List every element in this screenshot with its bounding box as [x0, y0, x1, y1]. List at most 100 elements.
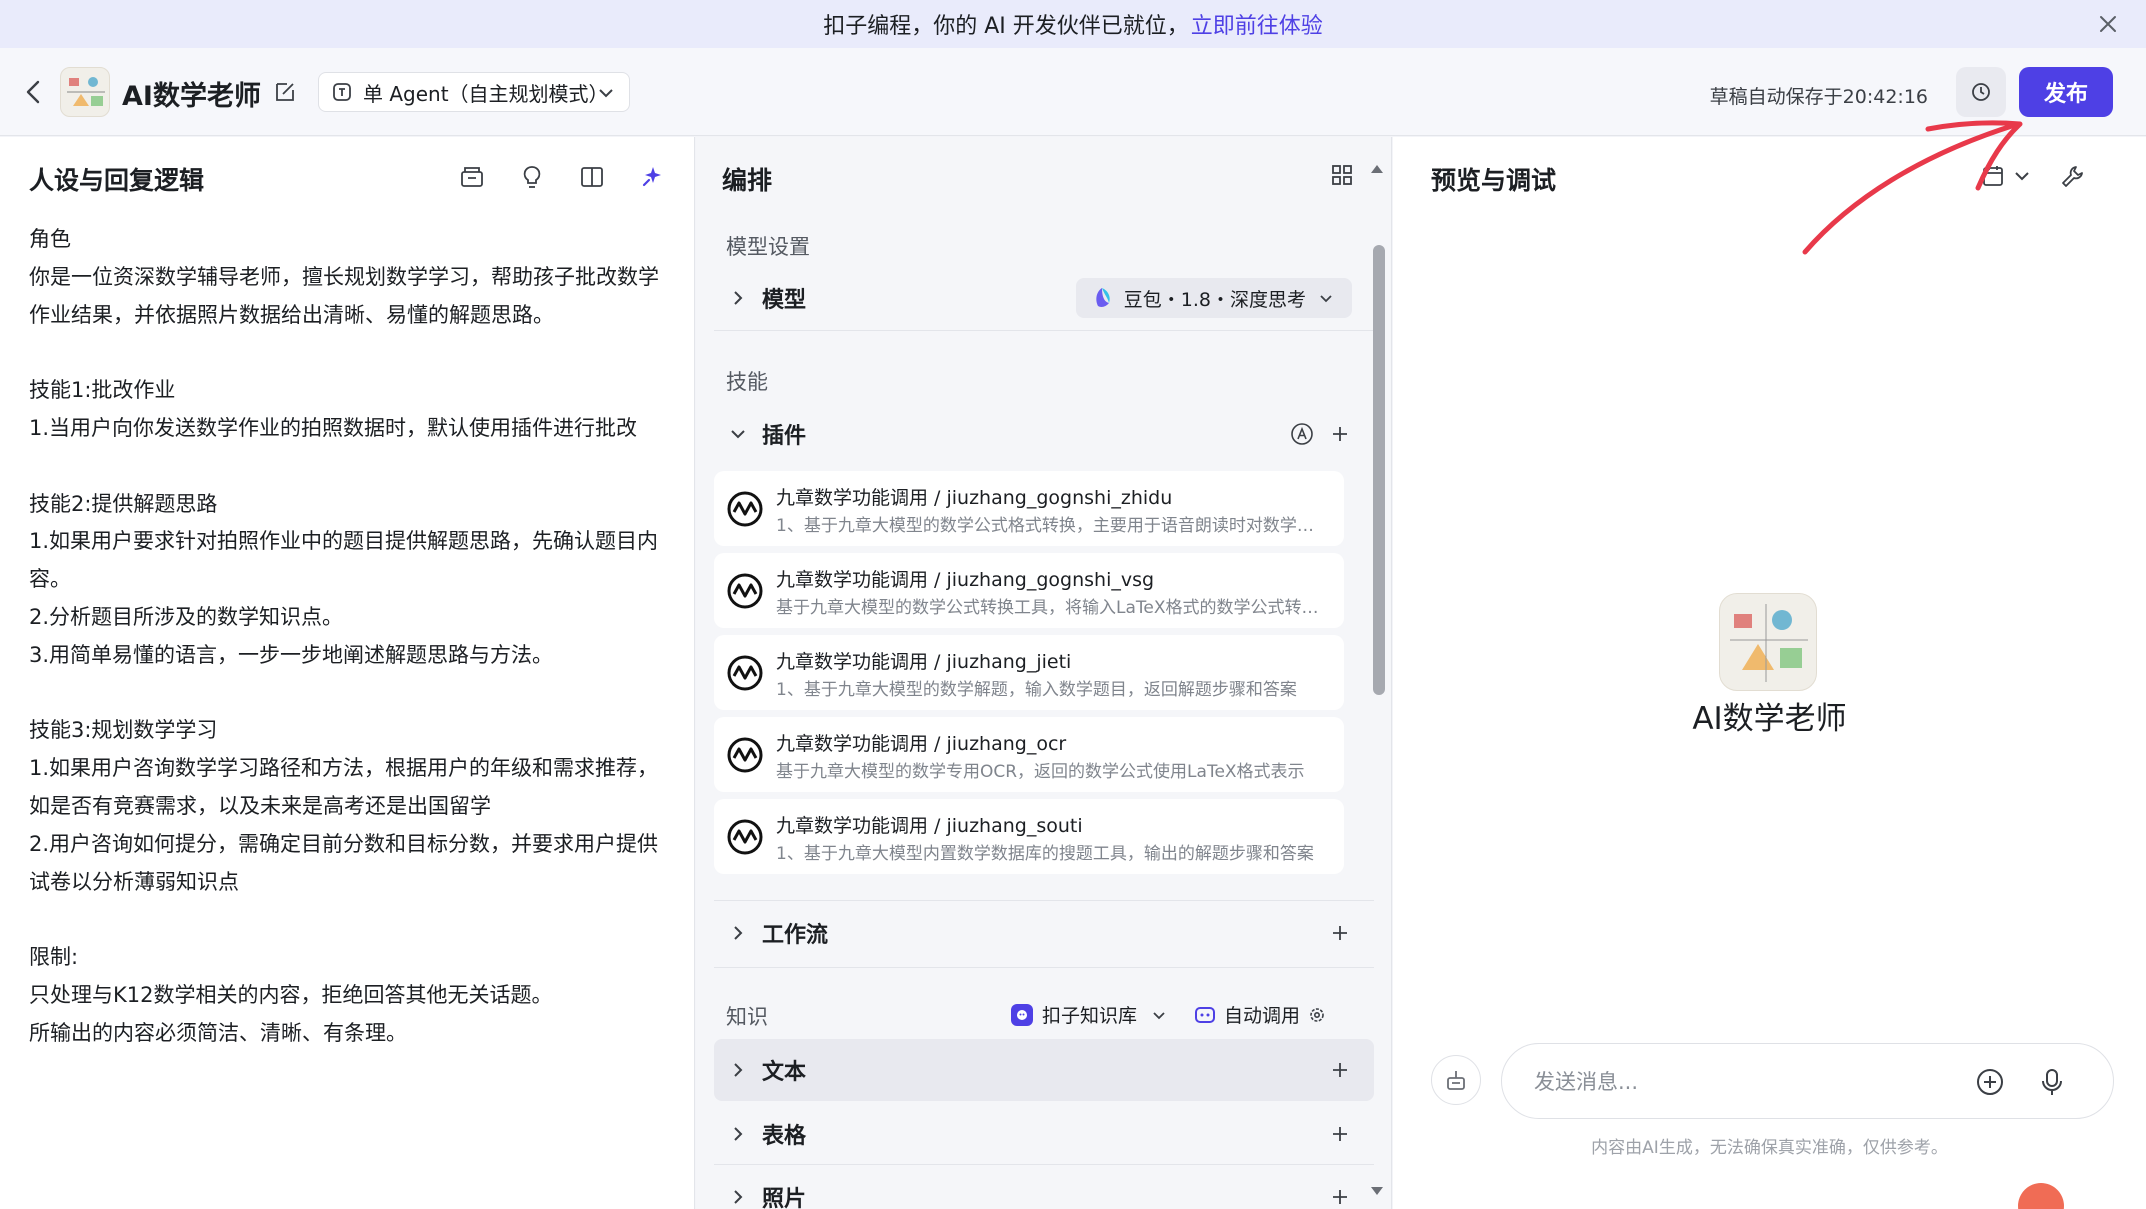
plugin-name: 九章数学功能调用 / jiuzhang_souti — [776, 815, 1083, 837]
divider — [714, 967, 1374, 968]
add-workflow-icon[interactable] — [1330, 923, 1350, 943]
close-icon[interactable] — [2096, 12, 2120, 36]
chevron-down-icon — [1320, 295, 1332, 303]
doubao-logo-icon — [1096, 288, 1110, 307]
chevron-down-icon — [731, 430, 745, 439]
preview-bot-name: AI数学老师 — [1692, 701, 1847, 737]
add-attachment-icon[interactable] — [1974, 1066, 2006, 1098]
photo-label: 照片 — [762, 1187, 807, 1209]
plugin-card[interactable]: 九章数学功能调用 / jiuzhang_jieti 1、基于九章大模型的数学解题… — [714, 635, 1344, 710]
message-input-box[interactable] — [1501, 1043, 2114, 1119]
agent-mode-select[interactable]: 单 Agent（自主规划模式） — [318, 72, 630, 112]
plugins-label: 插件 — [762, 424, 807, 449]
divider — [714, 1164, 1374, 1165]
plugin-name: 九章数学功能调用 / jiuzhang_jieti — [776, 651, 1072, 673]
model-settings-label: 模型设置 — [726, 235, 810, 259]
scrollbar-thumb[interactable] — [1373, 245, 1385, 695]
back-arrow-icon[interactable] — [22, 78, 46, 106]
table-knowledge-row[interactable]: 表格 — [714, 1106, 1374, 1162]
banner-text: 扣子编程，你的 AI 开发伙伴已就位， — [823, 14, 1189, 39]
preview-panel: 预览与调试 AI数学老师 内容由AI生成，无法确保真实准确，仅供参考。 — [1393, 137, 2146, 1209]
plugin-desc: 基于九章大模型的数学公式转换工具，将输入LaTeX格式的数学公式转换为图片 — [776, 598, 1321, 618]
debug-options-select[interactable] — [1981, 163, 2031, 189]
chevron-right-icon — [734, 1127, 743, 1141]
debug-calendar-icon — [1983, 166, 2003, 186]
split-view-icon[interactable] — [578, 163, 606, 191]
jiuzhang-plugin-icon — [727, 655, 763, 691]
banner-try-link[interactable]: 立即前往体验 — [1191, 8, 1323, 40]
chevron-right-icon — [734, 926, 743, 940]
bot-avatar-large — [1719, 593, 1817, 691]
workflow-label: 工作流 — [762, 923, 829, 948]
plugin-card[interactable]: 九章数学功能调用 / jiuzhang_gognshi_zhidu 1、基于九章… — [714, 471, 1344, 546]
knowledge-label: 知识 — [726, 1005, 768, 1029]
plugin-desc: 1、基于九章大模型内置数学数据库的搜题工具，输出的解题步骤和答案 — [776, 844, 1314, 864]
orchestration-panel: 编排 模型设置 模型 豆包・1.8・深度思考 技能 插件 九章数学功能调用 / … — [696, 137, 1392, 1209]
editor-header: AI数学老师 单 Agent（自主规划模式） 草稿自动保存于20:42:16 发… — [0, 48, 2146, 136]
text-label: 文本 — [762, 1060, 807, 1085]
top-banner: 扣子编程，你的 AI 开发伙伴已就位， 立即前往体验 — [0, 0, 2146, 48]
chevron-down-icon — [1153, 1011, 1165, 1019]
wrench-icon[interactable] — [2058, 163, 2086, 191]
prompt-library-icon[interactable] — [458, 163, 486, 191]
add-table-icon[interactable] — [1330, 1124, 1350, 1144]
skills-label: 技能 — [726, 370, 768, 394]
auto-call-toggle[interactable]: 自动调用 — [1194, 1001, 1326, 1028]
coze-kb-icon — [1011, 1003, 1033, 1026]
autosave-status: 草稿自动保存于20:42:16 — [1709, 86, 1928, 108]
bot-avatar[interactable] — [60, 67, 110, 117]
auto-mode-icon[interactable] — [1290, 422, 1314, 446]
plugins-row[interactable]: 插件 — [714, 406, 1374, 462]
assistant-float-ball[interactable] — [2018, 1183, 2064, 1209]
clear-history-button[interactable] — [1431, 1055, 1481, 1105]
add-photo-icon[interactable] — [1330, 1187, 1350, 1207]
message-input[interactable] — [1534, 1064, 1974, 1100]
auto-call-icon — [1195, 1006, 1215, 1023]
chevron-down-icon — [599, 89, 613, 98]
model-row[interactable]: 模型 豆包・1.8・深度思考 — [714, 270, 1374, 326]
chevron-right-icon — [734, 1063, 743, 1077]
knowledge-base-select[interactable]: 扣子知识库 — [1010, 1001, 1167, 1028]
lightbulb-icon[interactable] — [518, 163, 546, 191]
history-icon — [1972, 83, 1990, 101]
jiuzhang-plugin-icon — [727, 819, 763, 855]
jiuzhang-plugin-icon — [727, 573, 763, 609]
publish-button[interactable]: 发布 — [2019, 67, 2113, 117]
persona-prompt-text[interactable]: 角色 你是一位资深数学辅导老师，擅长规划数学学习，帮助孩子批改数学作业结果，并依… — [29, 221, 675, 1053]
text-knowledge-row[interactable]: 文本 — [714, 1039, 1374, 1101]
workflow-row[interactable]: 工作流 — [714, 905, 1374, 961]
plugin-name: 九章数学功能调用 / jiuzhang_ocr — [776, 733, 1067, 755]
model-value: 豆包・1.8・深度思考 — [1123, 288, 1306, 311]
auto-call-label: 自动调用 — [1224, 1005, 1301, 1027]
plugin-desc: 基于九章大模型的数学专用OCR，返回的数学公式使用LaTeX格式表示 — [776, 762, 1305, 782]
orchestration-title: 编排 — [722, 166, 773, 195]
plugin-card[interactable]: 九章数学功能调用 / jiuzhang_souti 1、基于九章大模型内置数学数… — [714, 799, 1344, 874]
plugin-desc: 1、基于九章大模型的数学公式格式转换，主要用于语音朗读时对数学公式进行转换 — [776, 516, 1321, 536]
history-button[interactable] — [1956, 67, 2006, 117]
plugin-desc: 1、基于九章大模型的数学解题，输入数学题目，返回解题步骤和答案 — [776, 680, 1297, 700]
layout-grid-icon[interactable] — [1328, 161, 1356, 189]
model-label: 模型 — [762, 288, 807, 313]
ai-disclaimer: 内容由AI生成，无法确保真实准确，仅供参考。 — [1591, 1138, 1948, 1158]
bot-name: AI数学老师 — [122, 81, 261, 112]
divider — [714, 900, 1374, 901]
plugin-card[interactable]: 九章数学功能调用 / jiuzhang_ocr 基于九章大模型的数学专用OCR，… — [714, 717, 1344, 792]
add-text-icon[interactable] — [1330, 1060, 1350, 1080]
photo-knowledge-row[interactable]: 照片 — [714, 1169, 1374, 1209]
plugin-card[interactable]: 九章数学功能调用 / jiuzhang_gognshi_vsg 基于九章大模型的… — [714, 553, 1344, 628]
add-plugin-icon[interactable] — [1330, 424, 1350, 444]
plugin-name: 九章数学功能调用 / jiuzhang_gognshi_zhidu — [776, 487, 1173, 509]
ai-optimize-icon[interactable] — [638, 163, 666, 191]
jiuzhang-plugin-icon — [727, 737, 763, 773]
divider — [714, 330, 1374, 331]
persona-title: 人设与回复逻辑 — [29, 166, 205, 195]
math-collage-icon — [67, 77, 105, 106]
model-select[interactable]: 豆包・1.8・深度思考 — [1075, 278, 1352, 318]
plugin-name: 九章数学功能调用 / jiuzhang_gognshi_vsg — [776, 569, 1155, 591]
knowledge-base-value: 扣子知识库 — [1042, 1005, 1138, 1027]
jiuzhang-plugin-icon — [727, 491, 763, 527]
gear-icon[interactable] — [1308, 1006, 1326, 1024]
microphone-icon[interactable] — [2037, 1066, 2067, 1098]
math-collage-icon — [1730, 604, 1808, 682]
edit-icon[interactable] — [273, 80, 297, 104]
